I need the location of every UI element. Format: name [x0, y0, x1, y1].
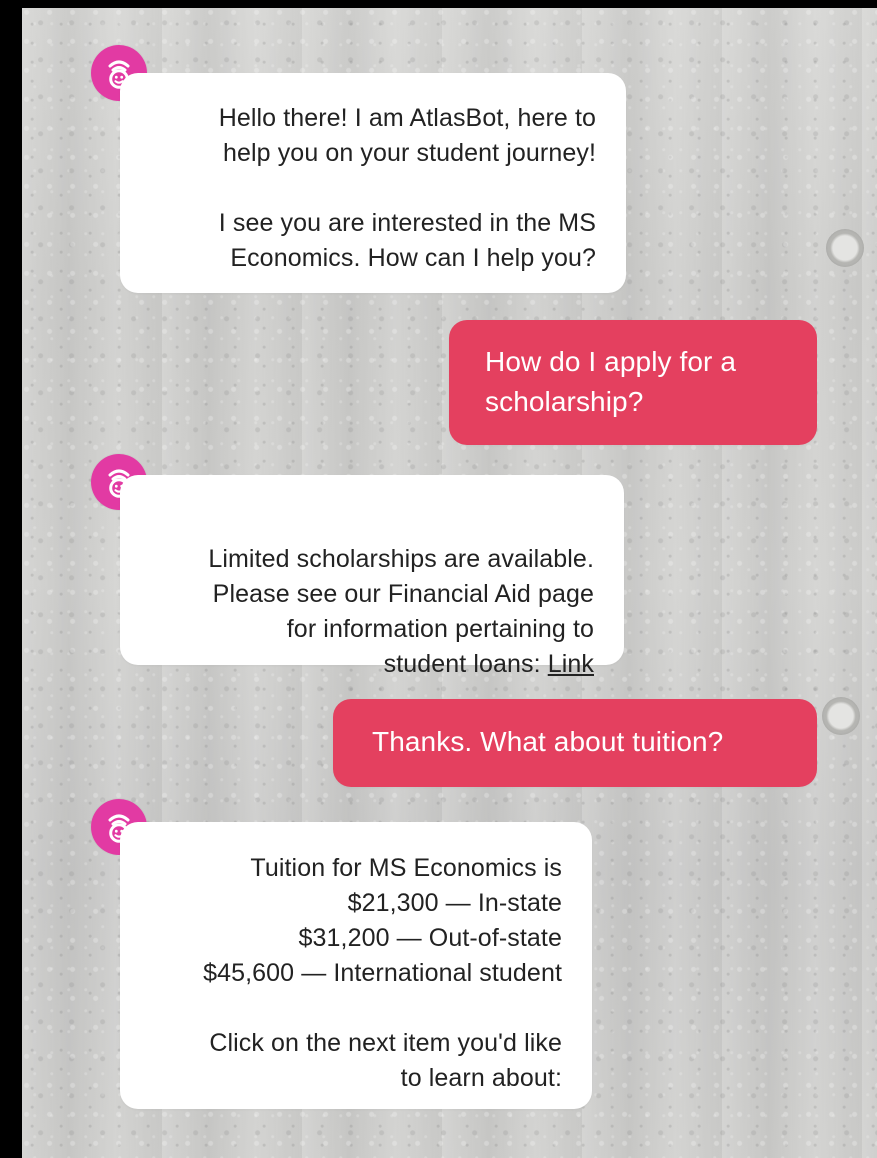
user-message-bubble: Thanks. What about tuition?: [333, 699, 817, 787]
wall-hole-decoration: [826, 229, 864, 267]
bot-message-bubble: Hello there! I am AtlasBot, here to help…: [120, 73, 626, 293]
user-message-bubble: How do I apply for a scholarship?: [449, 320, 817, 445]
bot-message-text: Limited scholarships are available. Plea…: [208, 545, 594, 678]
bot-message-bubble: Limited scholarships are available. Plea…: [120, 475, 624, 678]
screenshot-frame: Hello there! I am AtlasBot, here to help…: [0, 0, 877, 1158]
financial-aid-link[interactable]: Link: [548, 650, 594, 678]
bot-message-bubble: Tuition for MS Economics is $21,300 — In…: [120, 822, 592, 1109]
wall-hole-decoration: [822, 697, 860, 735]
